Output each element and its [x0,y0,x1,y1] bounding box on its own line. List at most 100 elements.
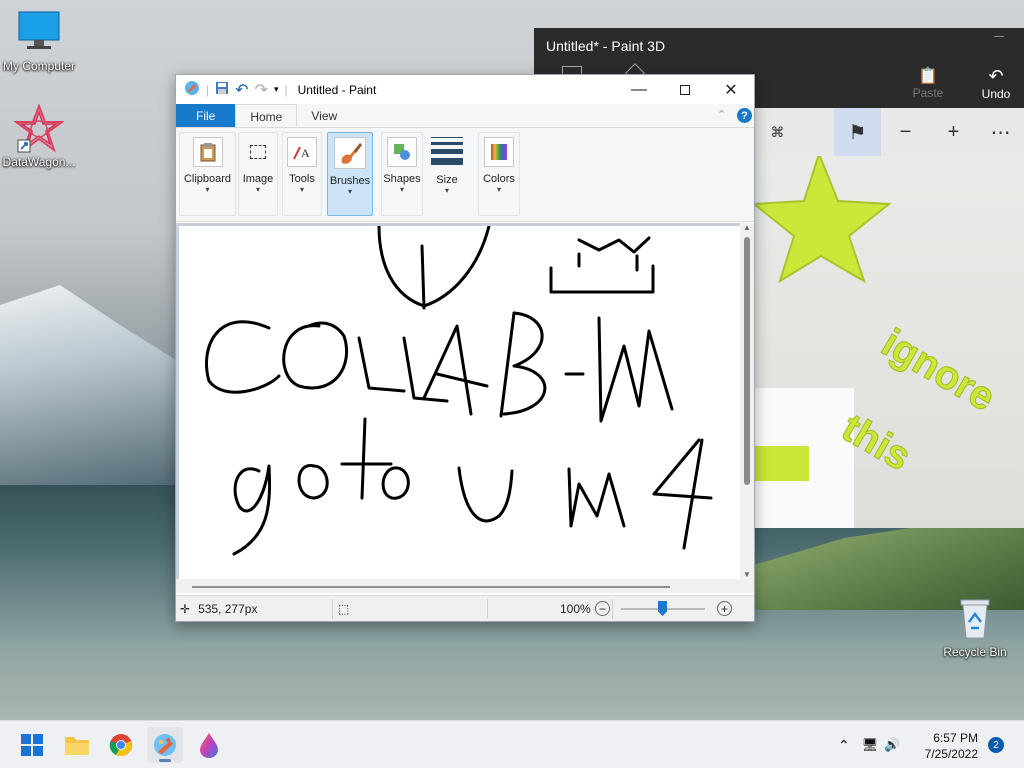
volume-icon[interactable]: 🔊 [884,737,900,753]
colors-icon [484,137,514,167]
chevron-up-icon[interactable]: ⌃ [838,737,850,754]
horizontal-scroll-thumb[interactable] [192,586,670,588]
taskbar-paint[interactable] [147,727,183,763]
scroll-down-icon[interactable]: ▼ [743,570,751,579]
ribbon-home: Clipboard ▾ Image ▾ A Tools ▾ Brushes ▾ … [176,128,754,222]
ribbon-group-tools[interactable]: A Tools ▾ [282,132,322,216]
paint-window[interactable]: | ↶ ↷ ▾ | Untitled - Paint — ✕ File Home… [175,74,755,622]
undo-icon: ↶ [988,66,1004,86]
close-icon: ✕ [724,81,738,99]
ribbon-label: Size [436,174,458,186]
tab-view[interactable]: View [297,104,351,127]
tab-file[interactable]: File [176,104,236,127]
quick-access-dropdown-icon[interactable]: ▾ [274,84,279,95]
ribbon-group-clipboard[interactable]: Clipboard ▾ [179,132,236,216]
desktop-icon-datawagon[interactable]: DataWagon... [0,103,79,169]
paint3d-title: Untitled* - Paint 3D [546,38,666,54]
ribbon-label: Shapes [383,173,421,185]
ribbon-group-colors[interactable]: Colors ▾ [478,132,520,216]
ribbon-group-brushes[interactable]: Brushes ▾ [327,132,373,216]
paint3d-text-ignore: ignore [875,321,1003,420]
vertical-scrollbar[interactable]: ▲ ▼ [740,223,754,579]
chevron-down-icon: ▾ [496,185,501,194]
redo-icon[interactable]: ↷ [255,80,268,100]
chevron-down-icon: ▾ [347,187,352,196]
start-button[interactable] [14,727,50,763]
paste-button[interactable]: 📋 Paste [903,66,953,100]
more-icon[interactable]: ⋯ [977,108,1024,156]
taskbar: ⌃ 🖥 🔊 6:57 PM 7/25/2022 2 [0,720,1024,768]
size-icon [431,137,463,165]
handwriting-drawing [205,224,713,556]
view-icon[interactable]: ⌘ [754,108,801,156]
status-bar: ✛ 535, 277px ⬚ 100% − + [176,595,754,621]
taskbar-chrome[interactable] [103,727,139,763]
clock-date: 7/25/2022 [924,747,978,761]
system-tray: ⌃ 🖥 🔊 [838,721,900,768]
horizontal-scrollbar[interactable] [176,579,754,593]
chevron-down-icon: ▾ [444,186,449,195]
notification-badge[interactable]: 2 [988,737,1004,753]
flag-icon[interactable]: ⚑ [834,108,881,156]
paste-icon: 📋 [918,68,938,85]
wallpaper-mountain [0,285,200,485]
zoom-out-button[interactable]: − [595,601,610,616]
chrome-icon [109,734,132,757]
ribbon-label: Colors [483,173,515,185]
tab-home[interactable]: Home [235,104,298,127]
clipboard-icon [192,137,223,167]
svg-text:A: A [301,146,310,160]
ribbon-group-size[interactable]: Size ▾ [426,132,468,216]
cursor-position: 535, 277px [198,601,258,616]
vertical-scroll-thumb[interactable] [744,237,750,485]
cursor-position-icon: ✛ [180,601,191,616]
select-icon [243,137,273,167]
save-icon[interactable] [215,81,229,98]
recycle-bin-icon [935,598,1015,643]
desktop-icon-recycle-bin[interactable]: Recycle Bin [935,598,1015,659]
minimize-icon[interactable] [994,36,1004,37]
monitor-icon [0,10,79,57]
shapes-icon [387,137,417,167]
desktop-icon-my-computer[interactable]: My Computer [0,10,79,73]
undo-icon[interactable]: ↶ [235,80,248,100]
ribbon-label: Tools [289,173,315,185]
maximize-icon [680,84,690,95]
taskbar-paint3d[interactable] [191,727,227,763]
minimize-button[interactable]: — [616,75,662,104]
undo-label: Undo [981,87,1011,101]
scroll-up-icon[interactable]: ▲ [743,223,751,232]
maximize-button[interactable] [662,75,708,104]
close-button[interactable]: ✕ [708,75,754,104]
folder-icon [65,737,89,755]
paint-app-icon[interactable] [184,80,200,99]
collapse-ribbon-icon[interactable]: ⌃ [717,108,726,121]
taskbar-file-explorer[interactable] [59,727,95,763]
zoom-out-icon[interactable]: − [882,108,929,156]
zoom-in-icon[interactable]: + [930,108,977,156]
zoom-in-button[interactable]: + [717,601,732,616]
ribbon-group-shapes[interactable]: Shapes ▾ [381,132,423,216]
clock-time: 6:57 PM [933,731,978,745]
network-icon[interactable]: 🖥 [862,737,879,753]
paste-label: Paste [912,86,944,100]
help-icon[interactable]: ? [737,108,752,123]
selection-size-icon: ⬚ [338,601,350,616]
drawing-canvas[interactable] [179,224,742,579]
chevron-down-icon: ▾ [205,185,210,194]
paint-titlebar[interactable]: | ↶ ↷ ▾ | Untitled - Paint — ✕ [176,75,754,104]
brush-icon [334,137,366,169]
datawagon-icon [0,103,79,157]
windows-start-icon [21,734,43,756]
chevron-down-icon: ▾ [299,185,304,194]
minimize-icon: — [631,80,647,98]
zoom-level: 100% [560,601,591,616]
undo-button[interactable]: ↶ Undo [971,66,1021,101]
ribbon-group-image[interactable]: Image ▾ [238,132,278,216]
ribbon-tabs: File Home View ⌃ ? [176,104,754,128]
clock[interactable]: 6:57 PM 7/25/2022 [925,730,978,762]
desktop-icon-label: My Computer [2,59,76,73]
paint-icon [154,734,176,756]
desktop-icon-label: Recycle Bin [943,645,1007,659]
zoom-slider-thumb[interactable] [658,601,667,616]
